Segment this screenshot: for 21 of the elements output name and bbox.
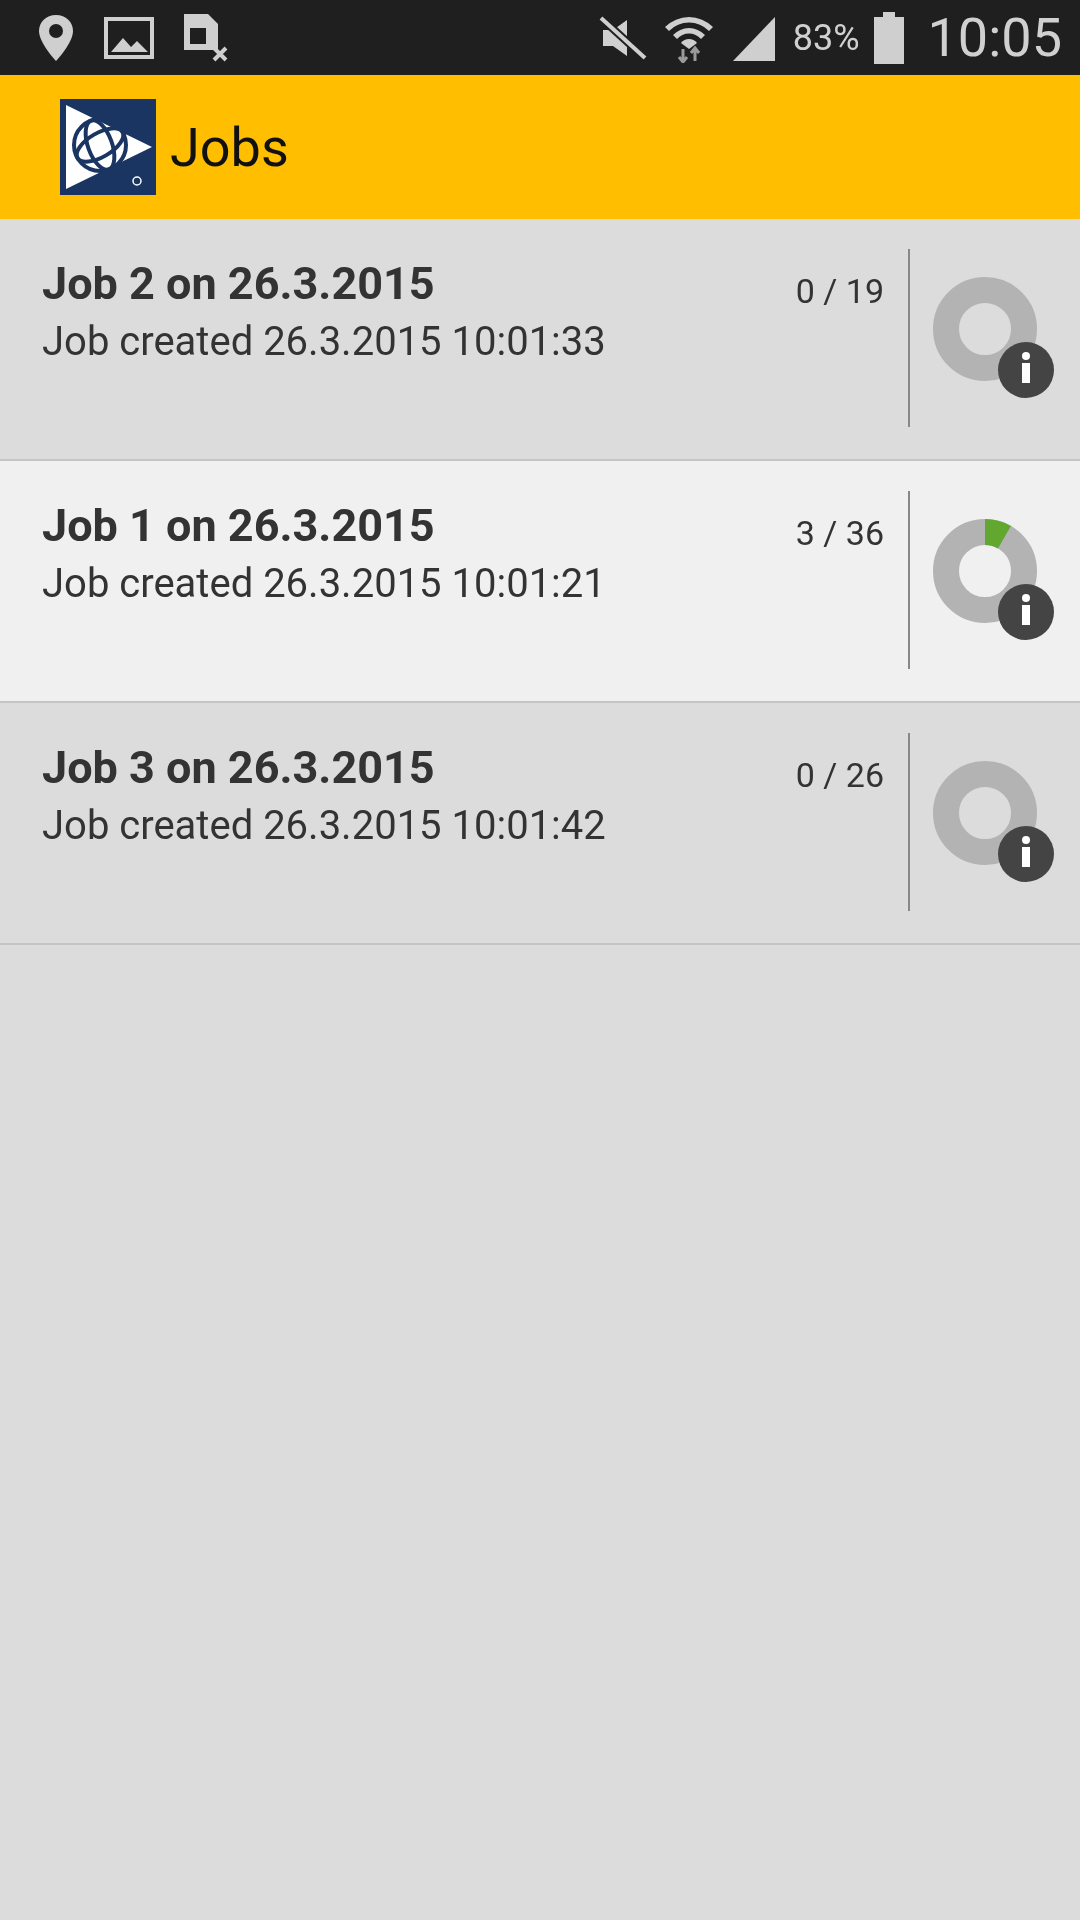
job-created-date: Job created 26.3.2015 10:01:42 (42, 802, 607, 849)
job-title: Job 2 on 26.3.2015 (42, 257, 436, 310)
battery-percent: 83% (792, 16, 860, 59)
job-list-item[interactable]: Job 1 on 26.3.2015 Job created 26.3.2015 10:01:21 3 / 36 (0, 461, 1080, 703)
job-title: Job 3 on 26.3.2015 (42, 741, 436, 794)
job-created-date: Job created 26.3.2015 10:01:21 (42, 560, 607, 607)
job-created-date: Job created 26.3.2015 10:01:33 (42, 318, 607, 365)
sim-card-x-icon (182, 11, 230, 64)
progress-count: 3 / 36 (795, 512, 885, 553)
info-icon[interactable] (998, 826, 1054, 882)
info-icon[interactable] (998, 584, 1054, 640)
progress-count: 0 / 19 (795, 270, 885, 311)
progress-count: 0 / 26 (795, 754, 885, 795)
job-title: Job 1 on 26.3.2015 (42, 499, 436, 552)
image-icon (104, 16, 154, 59)
app-title: Jobs (170, 115, 289, 179)
location-icon (36, 12, 76, 63)
clock-time: 10:05 (927, 6, 1062, 69)
mute-icon (596, 13, 649, 62)
info-icon[interactable] (998, 342, 1054, 398)
battery-icon (873, 11, 904, 64)
